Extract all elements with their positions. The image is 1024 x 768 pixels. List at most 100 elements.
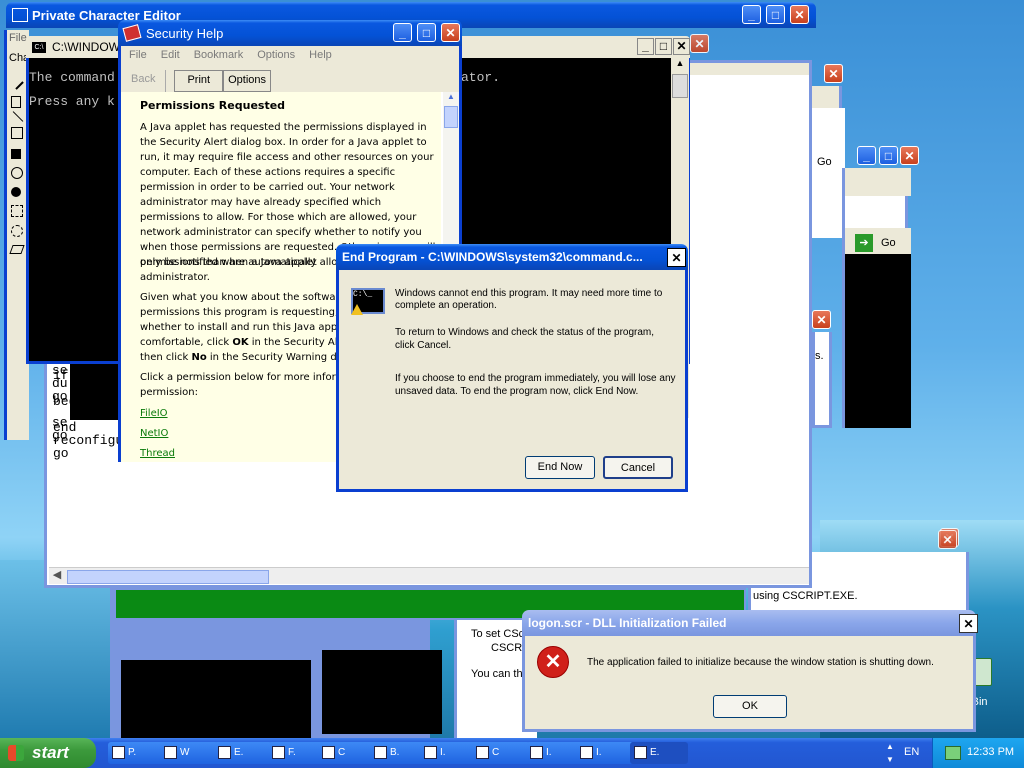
window-icon	[476, 746, 489, 759]
language-indicator[interactable]: EN	[904, 746, 919, 758]
rectangle-icon[interactable]	[11, 127, 23, 139]
window-title: End Program - C:\WINDOWS\system32\comman…	[342, 250, 643, 264]
help-paragraph-line: permissions than are automatically allow…	[140, 257, 359, 268]
back-button[interactable]: Back	[121, 70, 167, 92]
text-fragment: s.	[815, 350, 824, 362]
maximize-icon[interactable]: □	[417, 23, 436, 42]
taskbar-button-label: W	[180, 747, 190, 758]
help-menu-help[interactable]: Help	[309, 49, 332, 61]
taskbar-button-label: I.	[596, 747, 602, 758]
taskbar-button[interactable]: I.	[576, 742, 634, 764]
help-menu-bookmark[interactable]: Bookmark	[194, 49, 244, 61]
help-book-icon	[122, 24, 142, 42]
close-icon[interactable]: ✕	[900, 146, 919, 165]
close-icon[interactable]: ✕	[824, 64, 843, 83]
filled-ellipse-icon[interactable]	[11, 187, 21, 197]
bottom-window-black	[322, 650, 442, 734]
pce-app-icon	[12, 8, 28, 22]
taskbar-button[interactable]: P.	[108, 742, 166, 764]
minimize-icon[interactable]: _	[637, 38, 654, 55]
freeform-select-icon[interactable]	[11, 225, 23, 237]
taskbar-button[interactable]: E.	[630, 742, 688, 764]
minimize-icon[interactable]: _	[742, 5, 761, 24]
ellipse-icon[interactable]	[11, 167, 23, 179]
taskbar-button-label: C	[492, 747, 500, 758]
help-menu-file[interactable]: File	[129, 49, 147, 61]
minimize-icon[interactable]: _	[857, 146, 876, 165]
console-line: ator.	[461, 70, 501, 85]
start-button[interactable]: start	[0, 738, 96, 768]
taskbar-button[interactable]: C	[318, 742, 376, 764]
line-icon[interactable]	[12, 111, 24, 122]
close-icon[interactable]: ✕	[938, 530, 957, 549]
pencil-icon[interactable]	[8, 74, 24, 90]
taskbar-button-label: E.	[234, 747, 244, 758]
cancel-button[interactable]: Cancel	[603, 456, 673, 479]
scroll-up-icon[interactable]: ▲	[671, 58, 689, 74]
go-button[interactable]: Go	[817, 156, 832, 168]
dll-error-titlebar: logon.scr - DLL Initialization Failed	[522, 610, 976, 636]
help-paragraph-line: comfortable, click OK in the Security Al…	[140, 335, 352, 350]
right-window-2-toolbar	[845, 168, 911, 196]
info-panel-edge	[938, 552, 969, 610]
help-paragraph-line: administrator.	[140, 272, 210, 283]
scroll-up-icon[interactable]: ▲	[443, 92, 459, 106]
close-icon[interactable]: ✕	[441, 23, 460, 42]
taskbar-button[interactable]: I.	[420, 742, 478, 764]
taskbar-scroll[interactable]: ▲ ▼	[884, 740, 896, 766]
end-now-button[interactable]: End Now	[525, 456, 595, 479]
go-arrow-icon[interactable]: ➔	[855, 234, 873, 252]
clock[interactable]: 12:33 PM	[967, 746, 1014, 758]
scroll-thumb[interactable]	[672, 74, 688, 98]
ok-button[interactable]: OK	[713, 695, 787, 718]
help-menubar: File Edit Bookmark Options Help	[121, 46, 459, 64]
close-icon[interactable]: ✕	[673, 38, 690, 55]
print-button[interactable]: Print	[174, 70, 224, 92]
right-window-2: _ □ ✕ ➔ Go	[842, 146, 919, 428]
code-fragment: go	[52, 389, 68, 404]
maximize-icon[interactable]: □	[766, 5, 785, 24]
brush-icon[interactable]	[11, 96, 21, 108]
window-icon	[634, 746, 647, 759]
link-fileio[interactable]: FileIO	[140, 406, 168, 421]
end-program-titlebar: End Program - C:\WINDOWS\system32\comman…	[336, 244, 688, 270]
help-paragraph-line: permissions this program is requesting, …	[140, 307, 360, 318]
link-netio[interactable]: NetIO	[140, 426, 168, 441]
maximize-icon[interactable]: □	[655, 38, 672, 55]
taskbar-button-label: P.	[128, 747, 137, 758]
help-paragraph-line: Click a permission below for more inform…	[140, 372, 356, 383]
info-line: You can th	[471, 668, 523, 680]
link-thread[interactable]: Thread	[140, 446, 175, 461]
error-icon: ✕	[537, 646, 569, 678]
close-icon[interactable]: ✕	[667, 248, 686, 267]
window-icon	[530, 746, 543, 759]
close-icon[interactable]: ✕	[790, 5, 809, 24]
select-rectangle-icon[interactable]	[11, 205, 23, 217]
help-menu-options[interactable]: Options	[257, 49, 295, 61]
options-button[interactable]: Options	[223, 70, 272, 92]
filled-rectangle-icon[interactable]	[11, 149, 21, 159]
window-icon	[424, 746, 437, 759]
text-run-bold: No	[191, 352, 207, 363]
window-icon	[218, 746, 231, 759]
windows-logo-icon	[8, 745, 24, 761]
taskbar-button[interactable]: E.	[214, 742, 272, 764]
minimize-icon[interactable]: _	[393, 23, 412, 42]
text-run: then click	[140, 352, 189, 363]
maximize-icon[interactable]: □	[879, 146, 898, 165]
system-tray: 12:33 PM	[932, 738, 1024, 768]
eraser-icon[interactable]	[9, 245, 25, 254]
close-icon[interactable]: ✕	[959, 614, 978, 633]
console-line: Press any k	[29, 94, 115, 109]
window-icon	[164, 746, 177, 759]
taskbar-button[interactable]: W	[160, 742, 218, 764]
taskbar-button-label: B.	[390, 747, 400, 758]
network-icon[interactable]	[945, 746, 961, 760]
help-menu-edit[interactable]: Edit	[161, 49, 180, 61]
go-button[interactable]: Go	[881, 237, 896, 249]
scroll-thumb[interactable]	[444, 106, 458, 128]
taskbar-button-label: I.	[546, 747, 552, 758]
help-toolbar: Back Print Options	[121, 70, 272, 92]
help-paragraph-line: Given what you know about the software	[140, 292, 346, 303]
taskbar-button[interactable]: C	[472, 742, 530, 764]
